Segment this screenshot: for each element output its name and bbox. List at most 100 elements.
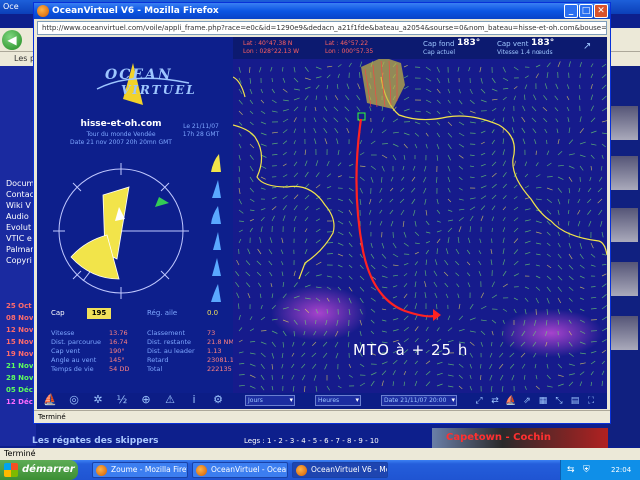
taskbar-item-active[interactable]: OceanVirtuel V6 - Moz [292, 462, 388, 478]
wind-layer-icon[interactable]: ⇄ [489, 395, 501, 407]
stat-row: Angle au vent 145° Retard 23081.1 [51, 356, 234, 365]
game-area: OCEAN VIRTUEL hisse-et-oh.com Tour du mo… [37, 37, 607, 409]
route-icon[interactable]: ⇗ [521, 395, 533, 407]
popup-status-bar: Terminé [34, 410, 610, 423]
wind-arrow [535, 150, 537, 156]
wind-arrow [546, 352, 548, 358]
start-button[interactable]: démarrer [0, 460, 78, 480]
stat-label: Temps de vie [51, 365, 94, 373]
date-select[interactable]: Date 21/11/07 20:00 [381, 395, 457, 406]
compass-dial[interactable] [51, 161, 191, 301]
fullscreen-icon[interactable]: ⛶ [585, 395, 597, 407]
wind-arrow [260, 330, 267, 332]
boat-lat: Lat : 40°47.38 N [243, 40, 293, 47]
bg-legs-links[interactable]: Legs : 1 - 2 - 3 - 4 - 5 - 6 - 7 - 8 - 9… [244, 437, 379, 445]
cap-fond-label: Cap fond [423, 40, 455, 48]
compass-arrow-icon[interactable]: ↗ [583, 41, 591, 52]
wind-arrow [326, 253, 333, 255]
bg-thumbnail[interactable] [610, 106, 638, 140]
close-button[interactable]: ✕ [594, 4, 608, 18]
sail-mode-icon[interactable]: ⛵ [43, 393, 57, 407]
target-lat: Lat : 46°57.22 [325, 40, 369, 47]
info-icon[interactable]: i [187, 393, 201, 407]
security-icon[interactable]: ⛨ [583, 460, 590, 480]
clock-icon[interactable]: ◎ [67, 393, 81, 407]
bg-thumbnail[interactable] [610, 262, 638, 296]
reg-value[interactable]: 0.0 [207, 309, 218, 317]
wind-sub: Vitesse 1.4 nœuds [497, 49, 553, 56]
boat-lon: Lon : 028°22.13 W [243, 48, 300, 55]
bg-date-item[interactable]: 21 Nov [6, 360, 33, 372]
taskbar-item[interactable]: OceanVirtuel - Ocean [192, 462, 288, 478]
target-icon[interactable]: ⊕ [139, 393, 153, 407]
sail-gennaker-icon[interactable] [209, 283, 223, 303]
stat-row: Temps de vie 54 DD Total 222135 [51, 365, 232, 374]
stat-value: 54 DD [109, 365, 130, 373]
cap-input[interactable]: 195 [87, 308, 111, 319]
taskbar-item[interactable]: Zoume - Mozilla Firefox [92, 462, 188, 478]
wind-cap-label: Cap vent [497, 40, 529, 48]
stat-value-2: 222135 [207, 365, 232, 373]
panel-toolbar: ⛵ ◎ ✲ ½ ⊕ ⚠ i ⚙ [37, 391, 233, 409]
stat-value-2: 23081.1 [207, 356, 234, 364]
bg-date-item[interactable]: 12 Nov [6, 324, 33, 336]
warning-icon[interactable]: ⚠ [163, 393, 177, 407]
sail-staysail-icon[interactable] [209, 257, 223, 277]
half-icon[interactable]: ½ [115, 393, 129, 407]
wind-icon[interactable]: ✲ [91, 393, 105, 407]
stat-label: Cap vent [51, 347, 81, 355]
back-arrow-icon[interactable]: ◀ [2, 30, 22, 50]
sail-jib-icon[interactable] [209, 179, 223, 199]
system-tray: ⇆ ⛨ 22:04 [560, 460, 640, 480]
hours-select[interactable]: Heures [315, 395, 361, 406]
meteo-date-line: Le 21/11/07 [183, 123, 219, 130]
sail-code0-icon[interactable] [209, 231, 223, 251]
stat-value: 190° [109, 347, 125, 355]
bg-footer-link[interactable]: Les régates des skippers [32, 436, 159, 446]
bg-date-item[interactable]: 05 Déc [6, 384, 33, 396]
bg-date-item[interactable]: 19 Nov [6, 348, 33, 360]
stat-label: Vitesse [51, 329, 75, 337]
settings-icon[interactable]: ⚙ [211, 393, 225, 407]
map-canvas[interactable] [233, 37, 607, 393]
wind-arrow [381, 143, 388, 145]
stat-label-2: Dist. restante [147, 338, 191, 346]
zoom-icon[interactable]: ⤢ [473, 395, 485, 407]
fleet-icon[interactable]: ⛵ [505, 395, 517, 407]
sail-selector [209, 153, 225, 309]
boat-stats: Vitesse 13.76 Classement 73 Dist. parcourue 1… [51, 329, 238, 374]
url-field[interactable]: http://www.oceanvirtuel.com/voile/appli_… [37, 21, 607, 35]
bg-date-item[interactable]: 28 Nov [6, 372, 33, 384]
network-icon[interactable]: ⇆ [567, 460, 575, 480]
sail-spi-icon[interactable] [209, 205, 223, 225]
clock[interactable]: 22:04 [611, 460, 631, 480]
wind-arrow [546, 139, 548, 145]
bg-date-item[interactable]: 12 Déc [6, 396, 33, 408]
bg-date-item[interactable]: 08 Nov [6, 312, 33, 324]
measure-icon[interactable]: ⤡ [553, 395, 565, 407]
maximize-button[interactable]: □ [579, 4, 593, 18]
grid-icon[interactable]: ▦ [537, 395, 549, 407]
weather-map[interactable]: Lat : 40°47.38 N Lon : 028°22.13 W Lat :… [233, 37, 607, 393]
bg-thumbnail[interactable] [610, 156, 638, 190]
sail-genoa-icon[interactable] [209, 153, 223, 173]
popup-titlebar[interactable]: OceanVirtuel V6 - Mozilla Firefox _ □ ✕ [34, 3, 610, 19]
bg-thumbnail[interactable] [610, 316, 638, 350]
bg-race-banner[interactable]: Capetown - Cochin [432, 428, 608, 448]
bg-date-item[interactable]: 15 Nov [6, 336, 33, 348]
days-select[interactable]: Jours [245, 395, 295, 406]
bg-thumbnail[interactable] [610, 208, 638, 242]
task-label: OceanVirtuel V6 - Moz [311, 465, 388, 474]
wind-arrow [326, 242, 334, 244]
cap-sub: Cap actuel [423, 49, 456, 56]
minimize-button[interactable]: _ [564, 4, 578, 18]
race-info: Tour du monde Vendée Date 21 nov 2007 20… [51, 131, 191, 147]
firefox-icon [196, 465, 207, 476]
wind-arrow [359, 72, 361, 79]
wind-arrow [315, 319, 317, 325]
print-icon[interactable]: ▤ [569, 395, 581, 407]
stat-label-2: Dist. au leader [147, 347, 195, 355]
race-name: Tour du monde Vendée [86, 131, 156, 138]
bg-date-item[interactable]: 25 Oct [6, 300, 33, 312]
wind-arrow [271, 77, 273, 83]
